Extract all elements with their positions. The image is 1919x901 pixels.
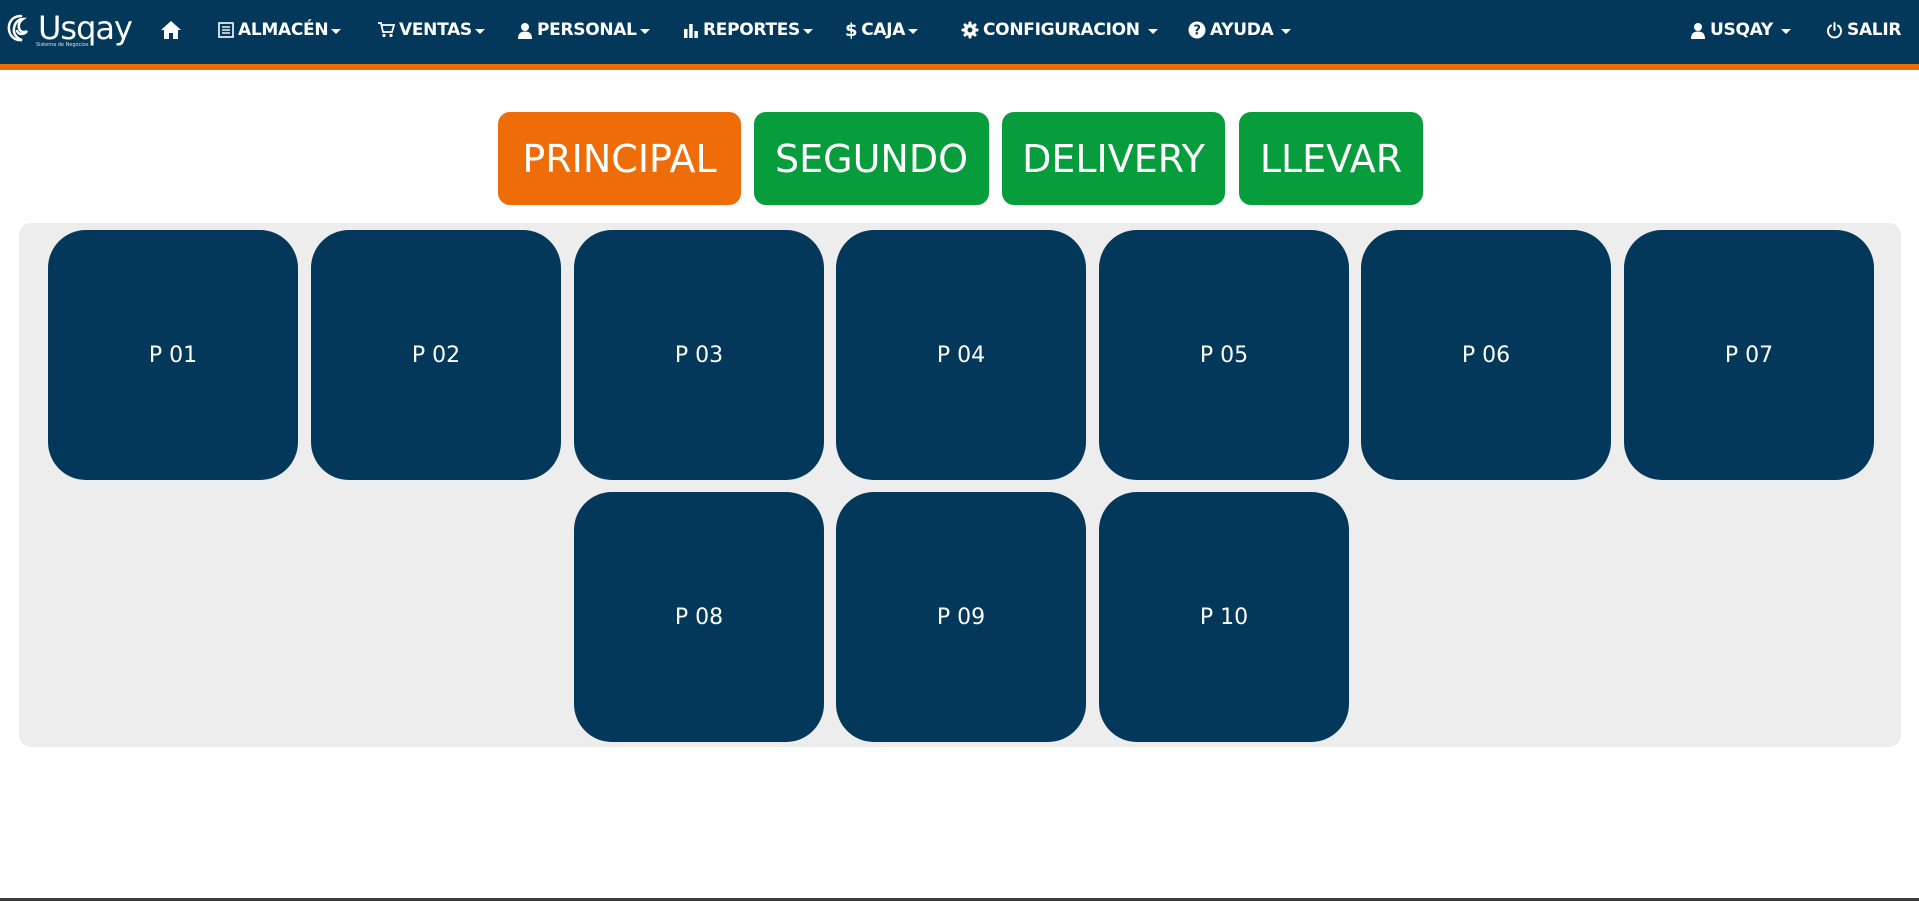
nav-label: VENTAS (399, 20, 472, 40)
nav-reportes[interactable]: REPORTES (683, 0, 813, 60)
home-icon (161, 21, 181, 39)
nav-almacen[interactable]: ALMACÉN (218, 0, 342, 60)
dollar-icon: $ (845, 19, 858, 41)
table-button[interactable]: P 03 (574, 230, 824, 480)
nav-ventas[interactable]: VENTAS (377, 0, 485, 60)
tab-llevar[interactable]: LLEVAR (1239, 112, 1423, 205)
chevron-down-icon (474, 28, 485, 34)
tab-delivery[interactable]: DELIVERY (1002, 112, 1225, 205)
logout-button[interactable]: SALIR (1826, 0, 1901, 60)
chevron-down-icon (803, 28, 813, 34)
nav-label: SALIR (1847, 20, 1902, 40)
nav-label: PERSONAL (537, 20, 637, 40)
chevron-down-icon (639, 28, 650, 34)
nav-home[interactable] (160, 0, 182, 60)
chevron-down-icon (908, 28, 919, 34)
tab-principal[interactable]: PRINCIPAL (498, 112, 741, 205)
user-icon (1691, 22, 1705, 39)
nav-caja[interactable]: $ CAJA (845, 0, 919, 60)
nav-personal[interactable]: PERSONAL (517, 0, 650, 60)
table-button[interactable]: P 09 (836, 492, 1086, 742)
nav-label: AYUDA (1210, 20, 1274, 40)
chevron-down-icon (1147, 28, 1158, 34)
gear-icon (961, 21, 979, 39)
chevron-down-icon (331, 28, 342, 34)
nav-label: ALMACÉN (238, 20, 329, 40)
tables-panel: P 01 P 02 P 03 P 04 P 05 P 06 P 07 P 08 … (19, 223, 1901, 747)
bar-chart-icon (684, 24, 698, 38)
table-button[interactable]: P 06 (1361, 230, 1611, 480)
user-icon (518, 22, 532, 39)
nav-label: CAJA (861, 20, 906, 40)
nav-ayuda[interactable]: ? AYUDA (1188, 0, 1292, 60)
table-button[interactable]: P 04 (836, 230, 1086, 480)
tab-segundo[interactable]: SEGUNDO (754, 112, 989, 205)
table-button[interactable]: P 10 (1099, 492, 1349, 742)
floor-tabs: PRINCIPAL SEGUNDO DELIVERY LLEVAR (0, 112, 1919, 205)
nav-label: USQAY (1710, 20, 1773, 40)
power-icon (1827, 21, 1842, 38)
table-button[interactable]: P 01 (48, 230, 298, 480)
nav-user-menu[interactable]: USQAY (1690, 0, 1791, 60)
usqay-logo-icon (7, 14, 28, 42)
table-button[interactable]: P 02 (311, 230, 561, 480)
table-button[interactable]: P 07 (1624, 230, 1874, 480)
nav-label: CONFIGURACION (983, 20, 1140, 40)
table-button[interactable]: P 08 (574, 492, 824, 742)
brand-logo[interactable]: Usqay Sistema de Negocios (6, 10, 136, 50)
chevron-down-icon (1281, 28, 1292, 34)
nav-label: REPORTES (703, 20, 800, 40)
table-button[interactable]: P 05 (1099, 230, 1349, 480)
svg-text:?: ? (1193, 24, 1200, 39)
list-icon (218, 22, 234, 38)
brand-name: Usqay (38, 9, 133, 47)
nav-configuracion[interactable]: CONFIGURACION (961, 0, 1158, 60)
top-navbar: Usqay Sistema de Negocios ALMACÉN VENTAS… (0, 0, 1919, 70)
question-icon: ? (1188, 21, 1206, 39)
brand-subtitle: Sistema de Negocios (36, 42, 89, 48)
cart-icon (378, 22, 395, 38)
chevron-down-icon (1780, 28, 1791, 34)
